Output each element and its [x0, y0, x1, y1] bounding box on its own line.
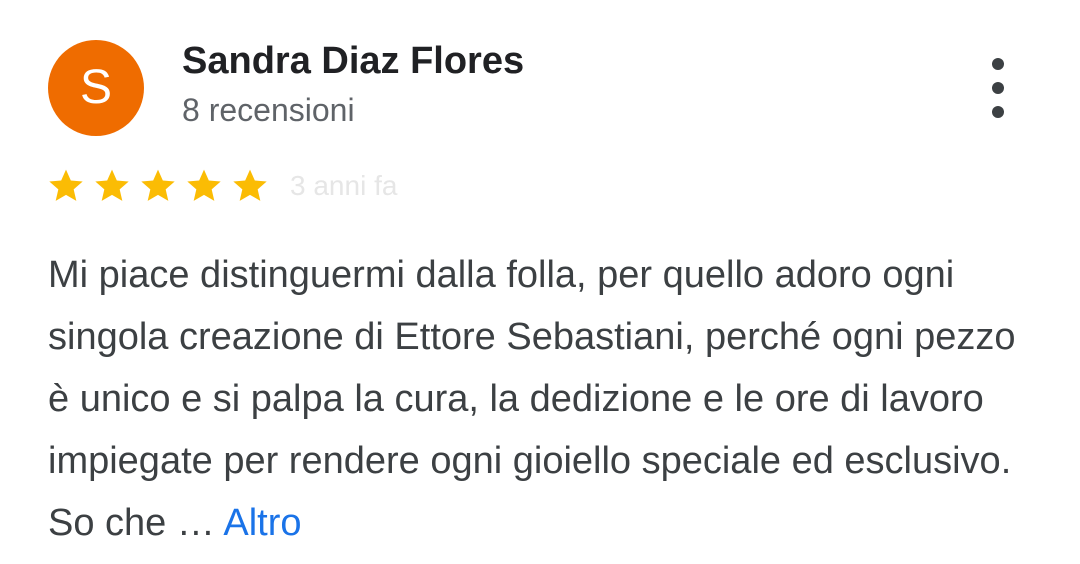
review-date: 3 anni fa [290, 170, 398, 201]
avatar-letter: S [79, 61, 112, 114]
review-body: Mi piace distinguermi dalla folla, per q… [48, 254, 1016, 544]
star-icon [49, 169, 83, 201]
star-icon [187, 169, 221, 201]
more-vert-icon[interactable] [980, 58, 1016, 118]
star-rating: 3 anni fa [46, 166, 397, 206]
menu-dot [992, 58, 1004, 70]
star-icon [141, 169, 175, 201]
more-link[interactable]: Altro [223, 502, 301, 544]
star-icon [233, 169, 267, 201]
review-card: S Sandra Diaz Flores 8 recensioni 3 anni… [0, 0, 1080, 564]
author-name[interactable]: Sandra Diaz Flores [182, 40, 524, 83]
menu-dot [992, 106, 1004, 118]
review-count[interactable]: 8 recensioni [182, 92, 355, 129]
avatar[interactable]: S [48, 40, 144, 136]
review-text: Mi piace distinguermi dalla folla, per q… [48, 244, 1038, 554]
star-icon [95, 169, 129, 201]
menu-dot [992, 82, 1004, 94]
